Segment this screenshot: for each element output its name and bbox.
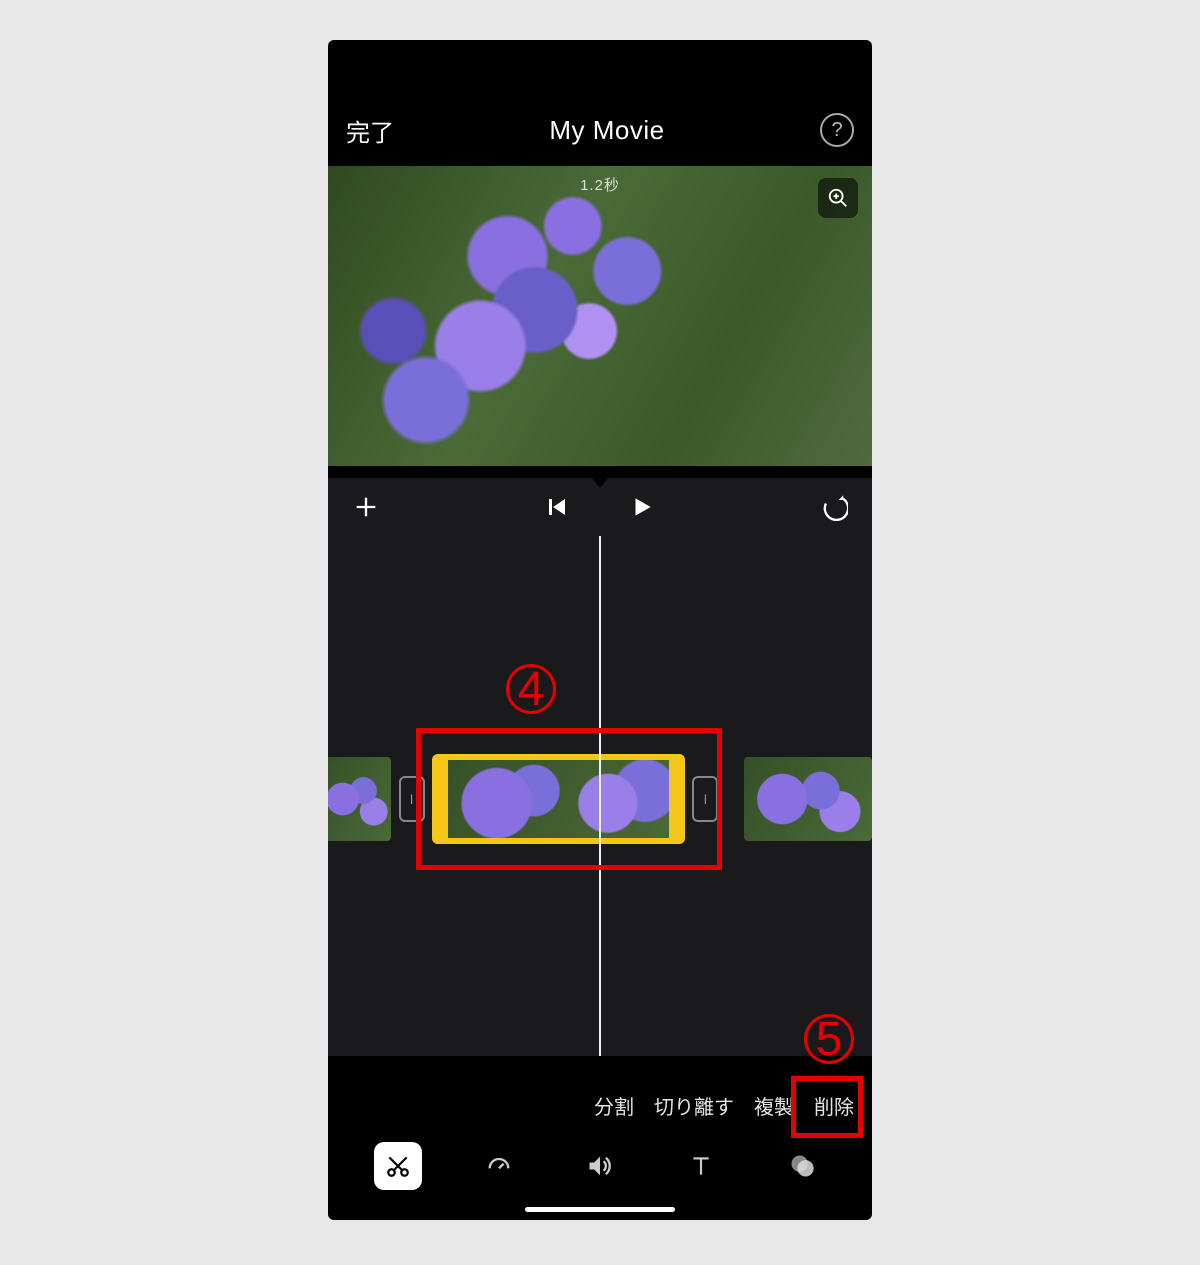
help-button[interactable]: ?: [820, 113, 854, 147]
volume-tool[interactable]: [576, 1142, 624, 1190]
playhead-marker: [586, 470, 614, 488]
editor-header: 完了 My Movie ?: [328, 100, 872, 160]
split-button[interactable]: 分割: [594, 1091, 634, 1120]
done-button[interactable]: 完了: [346, 113, 394, 148]
play-button[interactable]: [629, 494, 655, 520]
prev-icon: [545, 495, 569, 519]
preview-image: [328, 166, 872, 466]
cut-icon: [385, 1153, 411, 1179]
clip-duration-label: 1.2秒: [580, 174, 620, 195]
speed-icon: [485, 1152, 513, 1180]
volume-icon: [586, 1152, 614, 1180]
cut-tool[interactable]: [374, 1142, 422, 1190]
zoom-button[interactable]: [818, 178, 858, 218]
zoom-icon: [827, 187, 849, 209]
timeline[interactable]: 4 | |: [328, 536, 872, 1056]
play-icon: [629, 494, 655, 520]
undo-icon: [820, 493, 848, 521]
clip-prev[interactable]: [328, 757, 391, 841]
project-title: My Movie: [549, 115, 664, 146]
phone-frame: 完了 My Movie ? 1.2秒: [328, 40, 872, 1220]
annotation-box-4: [416, 728, 722, 870]
detach-button[interactable]: 切り離す: [654, 1091, 734, 1120]
video-preview[interactable]: 1.2秒: [328, 166, 872, 466]
annotation-step-5: 5: [804, 1014, 854, 1064]
annotation-step-4: 4: [506, 664, 556, 714]
filter-tool[interactable]: [778, 1142, 826, 1190]
skip-start-button[interactable]: [545, 495, 569, 519]
undo-button[interactable]: [820, 493, 848, 521]
add-icon: [352, 493, 380, 521]
text-tool[interactable]: [677, 1142, 725, 1190]
add-media-button[interactable]: [352, 493, 380, 521]
clip-next[interactable]: [744, 757, 872, 841]
filter-icon: [788, 1152, 816, 1180]
annotation-box-5: [791, 1076, 863, 1138]
bottom-toolbar: [328, 1136, 872, 1196]
text-icon: [688, 1153, 714, 1179]
speed-tool[interactable]: [475, 1142, 523, 1190]
duplicate-button[interactable]: 複製: [754, 1091, 794, 1120]
help-icon: ?: [831, 119, 842, 142]
home-indicator[interactable]: [525, 1207, 675, 1212]
